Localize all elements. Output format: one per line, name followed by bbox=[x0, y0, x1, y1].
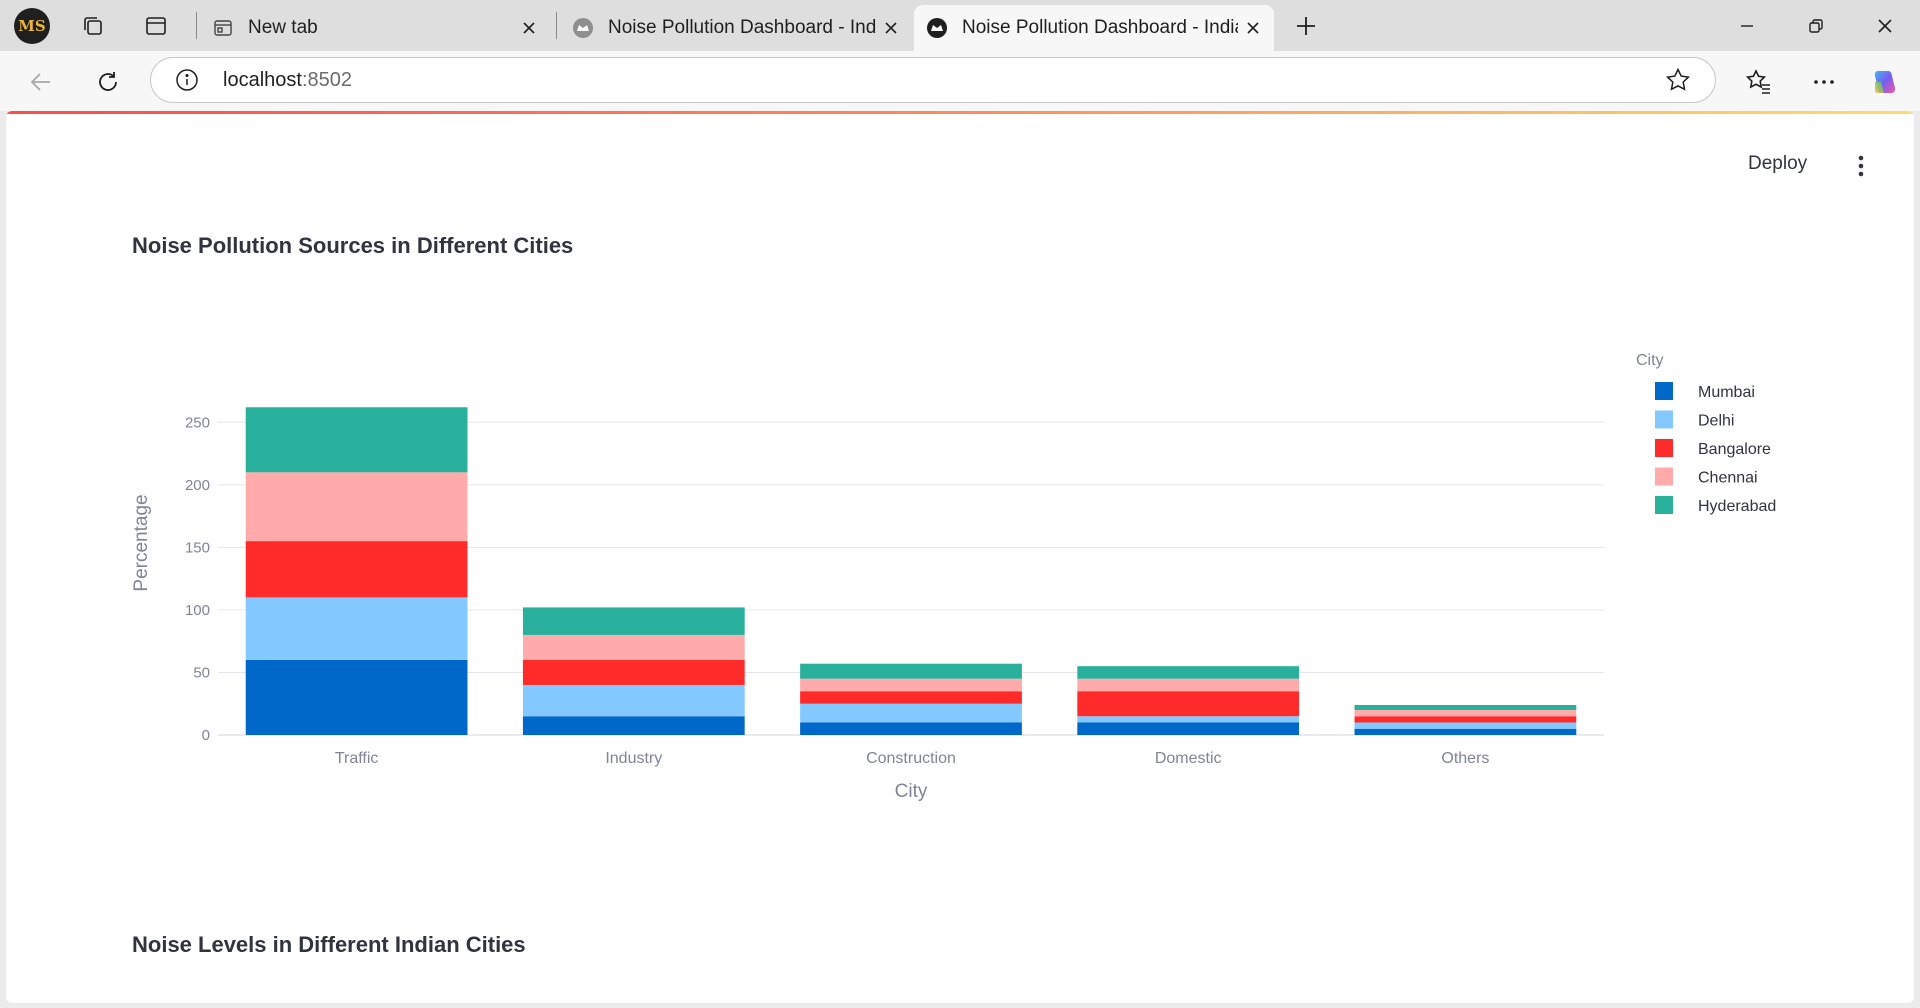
legend-swatch-delhi bbox=[1655, 410, 1673, 429]
new-tab-icon bbox=[212, 17, 234, 39]
tab-noise-dashboard-1[interactable]: Noise Pollution Dashboard - India bbox=[560, 5, 912, 51]
bar-segment-mumbai bbox=[800, 722, 1022, 735]
streamlit-page: Deploy Noise Pollution Sources in Differ… bbox=[6, 111, 1914, 1003]
profile-avatar[interactable]: MS bbox=[14, 8, 50, 44]
tab-title: Noise Pollution Dashboard - India bbox=[962, 17, 1238, 38]
bar-segment-bangalore bbox=[245, 541, 468, 598]
close-tab-icon[interactable] bbox=[1238, 13, 1268, 43]
bar-segment-delhi bbox=[1077, 716, 1300, 723]
bar-segment-bangalore bbox=[800, 691, 1022, 704]
legend-swatch-hyderabad bbox=[1655, 496, 1673, 514]
x-tick-label: Domestic bbox=[1155, 750, 1222, 767]
x-tick-label: Others bbox=[1441, 750, 1489, 767]
bar-segment-chennai bbox=[245, 472, 468, 542]
bar-segment-delhi bbox=[800, 703, 1022, 723]
tab-strip: MS New tab Noise Pollution Dashboard - I… bbox=[0, 0, 1920, 51]
bar-segment-delhi bbox=[245, 597, 468, 660]
bar-segment-bangalore bbox=[1354, 716, 1577, 723]
y-tick-label: 200 bbox=[185, 477, 210, 494]
workspaces-icon[interactable] bbox=[75, 8, 110, 43]
y-tick-label: 50 bbox=[193, 664, 210, 681]
bar-segment-chennai bbox=[1077, 678, 1300, 692]
bar-segment-delhi bbox=[1354, 722, 1577, 729]
vertical-tabs-icon[interactable] bbox=[138, 8, 173, 43]
close-window-icon[interactable] bbox=[1862, 8, 1908, 44]
legend-title: City bbox=[1636, 352, 1664, 369]
restore-icon[interactable] bbox=[1793, 8, 1839, 44]
bar-segment-mumbai bbox=[245, 659, 468, 735]
legend-label: Bangalore bbox=[1698, 441, 1771, 458]
url-port: :8502 bbox=[301, 69, 352, 91]
close-tab-icon[interactable] bbox=[514, 13, 544, 43]
bar-segment-bangalore bbox=[522, 659, 745, 685]
streamlit-favicon-icon bbox=[926, 17, 948, 39]
bar-segment-chennai bbox=[1354, 709, 1577, 717]
tab-noise-dashboard-2[interactable]: Noise Pollution Dashboard - India bbox=[914, 5, 1274, 51]
url-text: localhost:8502 bbox=[223, 69, 352, 92]
bar-segment-chennai bbox=[800, 678, 1022, 692]
x-tick-label: Traffic bbox=[335, 750, 379, 767]
legend-label: Delhi bbox=[1698, 413, 1734, 430]
tab-new-tab[interactable]: New tab bbox=[200, 5, 550, 51]
more-options-icon[interactable] bbox=[1805, 63, 1843, 101]
bar-segment-chennai bbox=[522, 634, 745, 660]
browser-toolbar: localhost:8502 bbox=[0, 51, 1920, 111]
back-icon[interactable] bbox=[22, 63, 60, 101]
bar-segment-mumbai bbox=[522, 716, 745, 735]
legend-swatch-bangalore bbox=[1655, 439, 1673, 457]
bar-segment-hyderabad bbox=[1354, 704, 1577, 710]
copilot-icon[interactable] bbox=[1866, 63, 1904, 101]
legend-label: Chennai bbox=[1698, 470, 1758, 487]
bar-segment-hyderabad bbox=[1077, 666, 1300, 679]
tab-title: Noise Pollution Dashboard - India bbox=[608, 17, 876, 38]
address-bar[interactable]: localhost:8502 bbox=[150, 57, 1716, 103]
legend-swatch-chennai bbox=[1655, 467, 1673, 486]
bar-segment-mumbai bbox=[1354, 728, 1577, 735]
y-tick-label: 100 bbox=[185, 602, 210, 619]
bar-segment-hyderabad bbox=[522, 607, 745, 635]
new-tab-button[interactable] bbox=[1288, 8, 1323, 43]
y-axis-title: Percentage bbox=[131, 494, 152, 591]
tab-title: New tab bbox=[248, 17, 318, 38]
site-info-icon[interactable] bbox=[175, 68, 199, 97]
legend-label: Hyderabad bbox=[1698, 498, 1776, 515]
y-tick-label: 250 bbox=[185, 414, 210, 431]
legend-label: Mumbai bbox=[1698, 384, 1755, 401]
x-tick-label: Industry bbox=[605, 750, 662, 767]
favorite-star-icon[interactable] bbox=[1665, 67, 1691, 98]
streamlit-favicon-icon bbox=[572, 17, 594, 39]
x-axis-title: City bbox=[895, 781, 928, 802]
minimize-icon[interactable] bbox=[1724, 8, 1770, 44]
bar-segment-bangalore bbox=[1077, 691, 1300, 717]
favorites-icon[interactable] bbox=[1740, 63, 1778, 101]
legend-swatch-mumbai bbox=[1655, 382, 1673, 400]
bar-segment-delhi bbox=[522, 684, 745, 717]
x-tick-label: Construction bbox=[866, 750, 956, 767]
bar-segment-hyderabad bbox=[800, 663, 1022, 679]
tab-separator bbox=[196, 12, 197, 39]
tab-separator bbox=[556, 12, 557, 39]
refresh-icon[interactable] bbox=[89, 63, 127, 101]
y-tick-label: 150 bbox=[185, 539, 210, 556]
section-title-levels: Noise Levels in Different Indian Cities bbox=[132, 932, 526, 957]
url-host: localhost bbox=[223, 69, 302, 91]
y-tick-label: 0 bbox=[202, 727, 210, 744]
stacked-bar-chart: 0 50 100 150 200 250 Traffic Industry Constructi… bbox=[131, 352, 1776, 802]
bar-segment-mumbai bbox=[1077, 722, 1300, 735]
close-tab-icon[interactable] bbox=[876, 13, 906, 43]
bar-segment-hyderabad bbox=[245, 407, 468, 473]
